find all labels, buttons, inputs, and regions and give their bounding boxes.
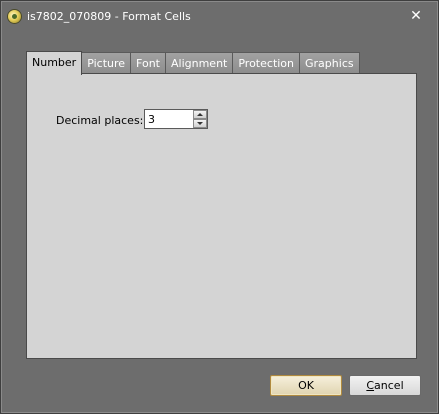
tab-picture[interactable]: Picture (82, 52, 132, 74)
format-cells-dialog: is7802_070809 - Format Cells ✕ Number Pi… (0, 0, 439, 414)
tab-graphics[interactable]: Graphics (300, 52, 360, 74)
tab-protection[interactable]: Protection (233, 52, 301, 74)
tab-number[interactable]: Number (26, 51, 83, 75)
title-bar[interactable]: is7802_070809 - Format Cells ✕ (1, 1, 438, 31)
arrow-up-icon (197, 113, 203, 116)
cancel-label-rest: ancel (374, 379, 404, 392)
spreadsheet-app-icon (8, 10, 21, 23)
tab-strip: Number Picture Font Alignment Protection… (26, 51, 360, 75)
window-title: is7802_070809 - Format Cells (27, 10, 191, 23)
cancel-button[interactable]: Cancel (349, 375, 421, 396)
arrow-down-icon (197, 122, 203, 125)
decimal-places-spinbox (144, 109, 208, 129)
cancel-mnemonic: C (366, 379, 375, 392)
tab-alignment[interactable]: Alignment (166, 52, 234, 74)
decimal-places-label: Decimal places: (56, 114, 144, 127)
number-tab-panel: Decimal places: (26, 73, 417, 359)
spin-up-button[interactable] (193, 110, 207, 119)
tab-font[interactable]: Font (131, 52, 166, 74)
spin-down-button[interactable] (193, 119, 207, 128)
ok-button[interactable]: OK (270, 375, 342, 396)
close-icon[interactable]: ✕ (405, 7, 427, 25)
decimal-places-input[interactable] (147, 111, 192, 127)
